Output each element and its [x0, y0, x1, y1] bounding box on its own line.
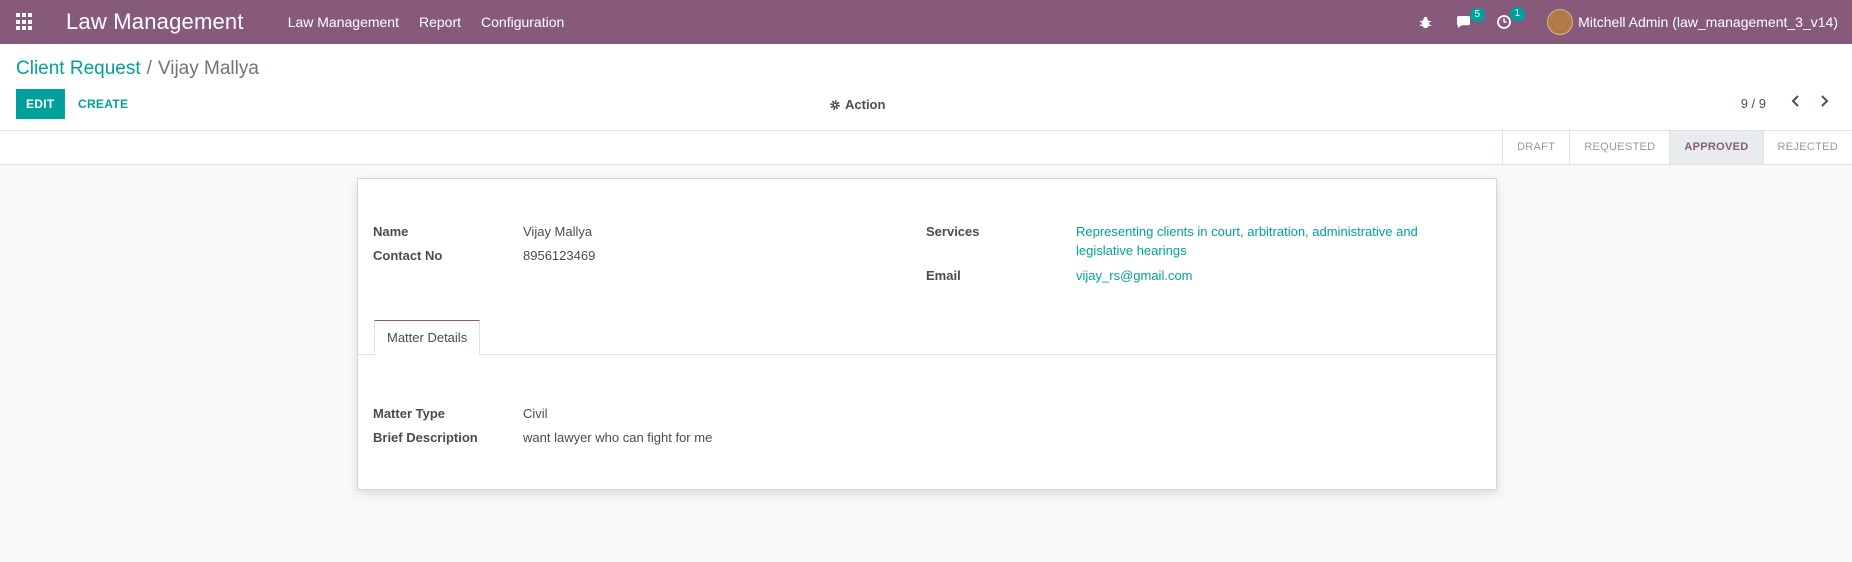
matter-type-label: Matter Type [373, 406, 445, 421]
user-menu[interactable]: Mitchell Admin (law_management_3_v14) [1547, 9, 1838, 35]
action-label: Action [845, 97, 886, 112]
app-brand[interactable]: Law Management [66, 9, 244, 35]
menu-item-law-management[interactable]: Law Management [288, 14, 399, 30]
messages-count-badge: 5 [1469, 7, 1486, 22]
activities-count-badge: 1 [1509, 7, 1526, 21]
contact-no-value: 8956123469 [523, 248, 596, 263]
user-name: Mitchell Admin (law_management_3_v14) [1578, 14, 1838, 30]
menu-item-report[interactable]: Report [419, 14, 461, 30]
main-menu: Law Management Report Configuration [288, 14, 585, 30]
tab-matter-details[interactable]: Matter Details [374, 320, 481, 356]
chat-icon [1457, 15, 1471, 28]
stage-approved[interactable]: APPROVED [1669, 131, 1763, 164]
contact-no-label: Contact No [373, 248, 443, 263]
chevron-left-icon [1791, 95, 1799, 107]
breadcrumb-separator: / [146, 58, 152, 79]
control-panel: Client Request / Vijay Mallya EDIT CREATE … [0, 44, 1852, 131]
gear-icon [830, 99, 840, 110]
pager-previous-button[interactable] [1790, 94, 1802, 111]
matter-type-value: Civil [523, 406, 548, 421]
top-navbar: Law Management Law Management Report Con… [0, 0, 1852, 44]
email-value[interactable]: vijay_rs@gmail.com [1076, 268, 1193, 283]
create-button[interactable]: CREATE [70, 89, 136, 119]
services-value-line2[interactable]: legislative hearings [1076, 243, 1187, 258]
name-value: Vijay Mallya [523, 224, 593, 239]
breadcrumb: Client Request / Vijay Mallya [16, 58, 259, 80]
brief-description-label: Brief Description [373, 430, 478, 445]
edit-button[interactable]: EDIT [16, 89, 65, 119]
apps-menu-icon[interactable] [16, 13, 34, 31]
clock-icon [1497, 15, 1511, 29]
pager-next-button[interactable] [1818, 94, 1830, 111]
debug-button[interactable] [1419, 16, 1432, 29]
messages-button[interactable]: 5 [1456, 7, 1486, 29]
notebook-tab-line [358, 354, 1496, 355]
breadcrumb-current: Vijay Mallya [157, 58, 259, 79]
activities-button[interactable]: 1 [1497, 7, 1526, 29]
form-sheet: Name Vijay Mallya Contact No 8956123469 … [357, 178, 1497, 490]
chevron-right-icon [1821, 95, 1829, 107]
name-label: Name [373, 224, 409, 239]
stage-rejected[interactable]: REJECTED [1762, 131, 1852, 164]
stage-requested[interactable]: REQUESTED [1569, 131, 1669, 164]
avatar [1547, 9, 1574, 35]
action-menu-button[interactable]: Action [829, 97, 885, 112]
stage-selector: DRAFT REQUESTED APPROVED REJECTED [1502, 131, 1852, 164]
email-label: Email [926, 268, 961, 283]
services-label: Services [926, 224, 980, 239]
navbar-systray: 5 1 Mitchell Admin (law_management_3_v14… [1395, 0, 1838, 44]
pager-value[interactable]: 9 / 9 [1741, 96, 1766, 111]
bug-icon [1420, 16, 1432, 28]
form-statusbar: DRAFT REQUESTED APPROVED REJECTED [0, 131, 1852, 165]
breadcrumb-client-request[interactable]: Client Request [16, 58, 141, 79]
brief-description-value: want lawyer who can fight for me [523, 430, 713, 445]
services-value-line1[interactable]: Representing clients in court, arbitrati… [1076, 224, 1418, 239]
stage-draft[interactable]: DRAFT [1502, 131, 1569, 164]
menu-item-configuration[interactable]: Configuration [481, 14, 564, 30]
